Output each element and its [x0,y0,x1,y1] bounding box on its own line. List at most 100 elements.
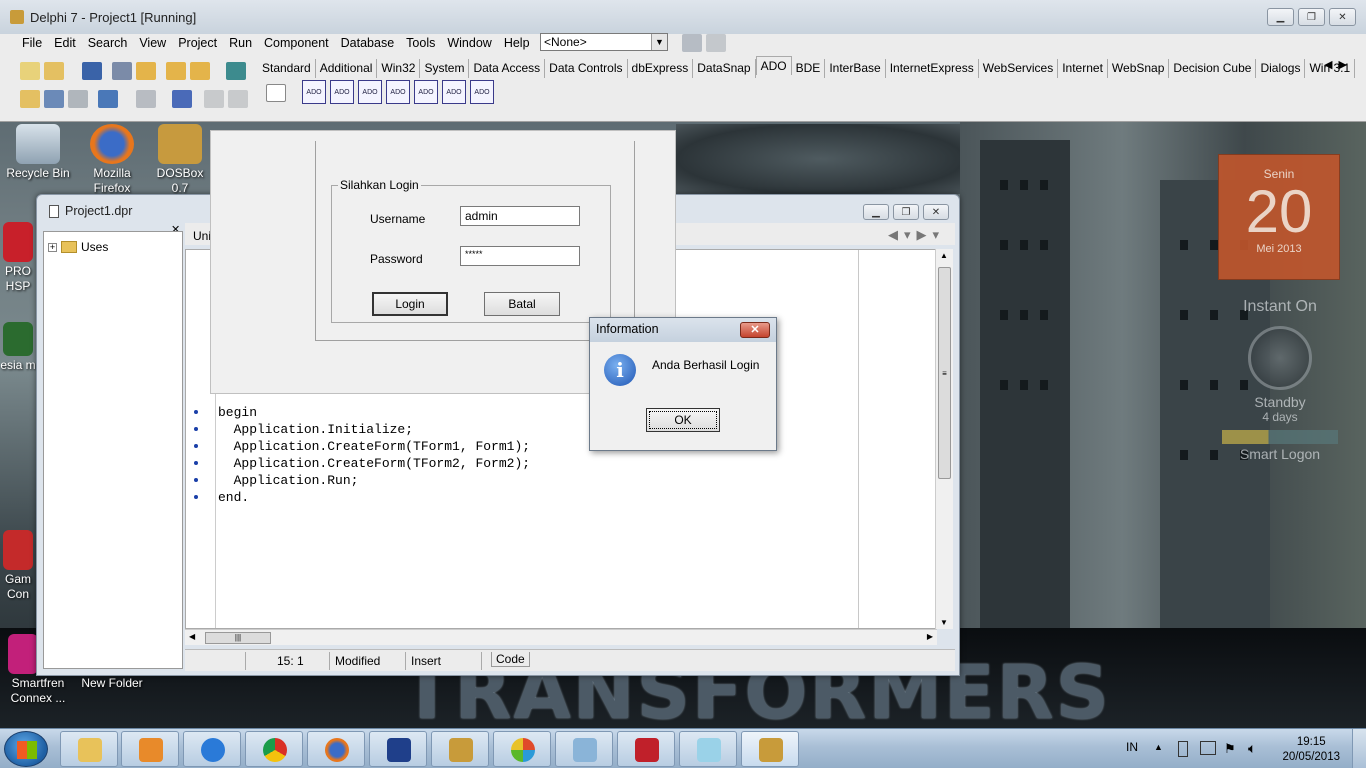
desktop-layout-combo[interactable]: <None> ▼ [540,33,668,51]
minimize-button[interactable]: ▁ [863,204,889,220]
title-bar[interactable]: Delphi 7 - Project1 [Running] ▁ ❐ ✕ [0,0,1366,34]
tab-data-access[interactable]: Data Access [469,59,546,78]
tab-interbase[interactable]: InterBase [825,59,886,78]
breakpoint-dot[interactable] [194,478,198,482]
save-icon[interactable] [82,62,102,80]
power-icon[interactable] [1248,326,1312,390]
ado-query-icon[interactable]: ADO [414,80,438,104]
open-icon[interactable] [44,62,64,80]
vertical-scrollbar[interactable]: ▲ ≡ ▼ [935,249,953,629]
taskbar-chrome[interactable] [245,731,303,767]
taskbar-explorer[interactable] [60,731,118,767]
run-icon[interactable] [136,90,156,108]
tab-code[interactable]: Code [491,652,530,667]
menu-window[interactable]: Window [441,34,497,54]
close-button[interactable]: ✕ [1329,8,1356,26]
scroll-right-icon[interactable]: ▶ [927,632,933,641]
tab-decision-cube[interactable]: Decision Cube [1169,59,1257,78]
tab-websnap[interactable]: WebSnap [1108,59,1170,78]
toggle-form-unit-icon[interactable] [68,90,88,108]
navigation-arrows[interactable]: ◀▾▶▾ [888,227,945,243]
save-all-icon[interactable] [112,62,132,80]
cancel-button[interactable]: Batal [484,292,560,316]
password-field[interactable]: ***** [460,246,580,266]
maximize-button[interactable]: ❐ [1298,8,1325,26]
start-button[interactable] [4,731,48,767]
open-project-icon[interactable] [136,62,156,80]
desktop-icon-recycle-bin[interactable]: Recycle Bin [0,124,76,181]
ado-table-icon[interactable]: ADO [386,80,410,104]
username-field[interactable]: admin [460,206,580,226]
menu-project[interactable]: Project [172,34,223,54]
desktop-icon-firefox[interactable]: Mozilla Firefox [74,124,150,196]
ado-command-icon[interactable]: ADO [330,80,354,104]
breakpoint-dot[interactable] [194,427,198,431]
breakpoint-dot[interactable] [194,495,198,499]
trace-into-icon[interactable] [204,90,224,108]
code-text[interactable]: begin Application.Initialize; Applicatio… [218,404,530,506]
language-indicator[interactable]: IN [1126,740,1138,754]
tab-unit[interactable]: Uni [193,229,211,243]
tab-bde[interactable]: BDE [792,59,826,78]
add-file-icon[interactable] [166,62,186,80]
chevron-down-icon[interactable]: ▼ [651,34,667,50]
calendar-gadget[interactable]: Senin 20 Mei 2013 [1218,154,1340,280]
view-form-icon[interactable] [44,90,64,108]
code-explorer-tree[interactable]: + Uses [43,231,183,669]
tree-item-uses[interactable]: + Uses [48,240,108,254]
breakpoint-dot[interactable] [194,461,198,465]
menu-database[interactable]: Database [335,34,401,54]
tab-datasnap[interactable]: DataSnap [693,59,756,78]
tab-internetexpress[interactable]: InternetExpress [886,59,979,78]
desktop-icon-game[interactable]: Gam Con [0,530,36,602]
breakpoint-dot[interactable] [194,444,198,448]
clock[interactable]: 19:15 20/05/2013 [1282,735,1340,765]
set-debug-desktop-icon[interactable] [706,34,726,52]
scroll-left-icon[interactable]: ◀ [189,632,195,641]
expand-icon[interactable]: + [48,242,57,252]
maximize-button[interactable]: ❐ [893,204,919,220]
taskbar-notepad[interactable] [679,731,737,767]
tray-expand-icon[interactable]: ▲ [1154,742,1163,752]
scroll-thumb[interactable]: ||| [205,632,271,644]
desktop-icon-esia[interactable]: esia m [0,322,36,373]
tab-standard[interactable]: Standard [258,59,316,78]
menu-run[interactable]: Run [223,34,258,54]
taskbar-delphi-active[interactable] [741,731,799,767]
view-unit-icon[interactable] [20,90,40,108]
help-icon[interactable] [226,62,246,80]
close-button[interactable]: ✕ [740,322,770,338]
chevron-left-icon[interactable]: ◀ [1324,58,1332,71]
instant-on-gadget[interactable]: Instant On Standby 4 days Smart Logon [1218,292,1342,488]
pause-icon[interactable] [172,90,192,108]
tab-ado[interactable]: ADO [755,56,792,75]
menu-view[interactable]: View [133,34,172,54]
new-form-icon[interactable] [98,90,118,108]
desktop-icon-pro-hsp[interactable]: PRO HSP [0,222,36,294]
ado-dataset-icon[interactable]: ADO [358,80,382,104]
tab-win32[interactable]: Win32 [377,59,421,78]
network-icon[interactable] [1200,741,1216,755]
step-over-icon[interactable] [228,90,248,108]
ok-button[interactable]: OK [646,408,720,432]
taskbar-app[interactable] [493,731,551,767]
tab-data-controls[interactable]: Data Controls [545,59,628,78]
taskbar-firefox[interactable] [307,731,365,767]
taskbar-media-player[interactable] [121,731,179,767]
tab-dialogs[interactable]: Dialogs [1256,59,1306,78]
close-button[interactable]: ✕ [923,204,949,220]
breakpoint-dot[interactable] [194,410,198,414]
chevron-right-icon[interactable]: ▶ [1338,58,1346,71]
tab-internet[interactable]: Internet [1058,59,1108,78]
tab-dbexpress[interactable]: dbExpress [628,59,694,78]
menu-help[interactable]: Help [498,34,536,54]
tab-system[interactable]: System [420,59,470,78]
new-icon[interactable] [20,62,40,80]
desktop-icon-dosbox[interactable]: DOSBox 0.7 [150,124,210,196]
tab-webservices[interactable]: WebServices [979,59,1059,78]
menu-component[interactable]: Component [258,34,335,54]
scroll-down-icon[interactable]: ▼ [940,618,948,627]
pointer-icon[interactable] [266,84,286,102]
minimize-button[interactable]: ▁ [1267,8,1294,26]
taskbar-dev-cpp[interactable] [369,731,427,767]
